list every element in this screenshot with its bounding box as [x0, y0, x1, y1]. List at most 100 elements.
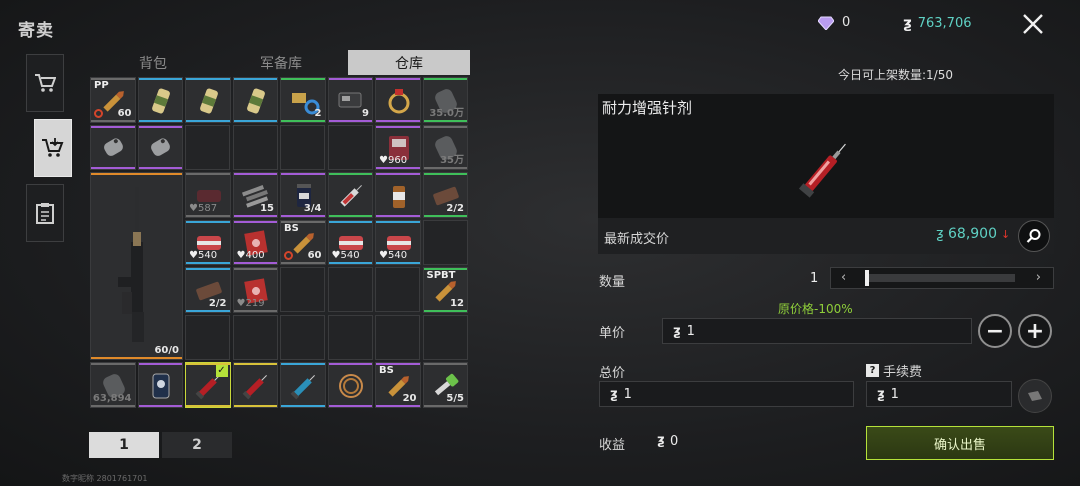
- empty-slot[interactable]: [375, 267, 420, 312]
- inventory-item[interactable]: 2/2: [422, 172, 468, 218]
- inventory-item[interactable]: [185, 77, 231, 123]
- empty-slot[interactable]: [280, 124, 325, 170]
- decrease-button[interactable]: −: [978, 314, 1012, 348]
- inventory-item[interactable]: [327, 172, 373, 218]
- item-count: 35.0万: [429, 107, 464, 119]
- rarity-bar: [328, 220, 372, 223]
- item-count: 2: [314, 107, 322, 119]
- sidebar-records-button[interactable]: [26, 184, 64, 242]
- page-button-1[interactable]: 1: [89, 432, 159, 458]
- dog-tag-icon: [143, 130, 179, 169]
- inventory-item[interactable]: [90, 124, 136, 170]
- inventory-item[interactable]: 63,894: [90, 362, 136, 408]
- inventory-item[interactable]: 60/0: [90, 172, 183, 360]
- inventory-item[interactable]: SPBT 12: [422, 267, 468, 313]
- search-price-button[interactable]: [1018, 220, 1050, 252]
- chevron-right-icon[interactable]: ›: [1036, 270, 1041, 285]
- chevron-left-icon[interactable]: ‹: [841, 270, 846, 285]
- rarity-bar: [328, 173, 372, 175]
- item-count: 60: [307, 250, 322, 261]
- latest-price-label: 最新成交价: [604, 232, 670, 247]
- close-icon: [1023, 14, 1043, 34]
- dog-tag-icon: [96, 130, 132, 169]
- rarity-bar: [423, 78, 467, 80]
- inventory-item[interactable]: [137, 124, 183, 170]
- item-count: 3/4: [303, 202, 322, 214]
- item-count: 63,894: [92, 392, 132, 404]
- inventory-item[interactable]: [327, 362, 373, 408]
- inventory-item[interactable]: PP 60: [90, 77, 136, 123]
- rarity-bar: [423, 125, 467, 128]
- empty-slot[interactable]: [422, 314, 468, 360]
- inventory-item[interactable]: [375, 77, 421, 123]
- inventory-item[interactable]: ♥587: [185, 172, 231, 218]
- rarity-bar: [328, 363, 372, 365]
- inventory-item[interactable]: 35.0万: [422, 77, 468, 123]
- inventory-item[interactable]: 15: [232, 172, 278, 218]
- rarity-bar: [233, 220, 277, 223]
- inventory-item[interactable]: 2: [280, 77, 326, 123]
- inventory-item[interactable]: 5/5: [422, 362, 468, 408]
- check-icon: ✓: [215, 365, 228, 377]
- inventory-item[interactable]: ♥540: [375, 219, 421, 265]
- sidebar-sell-button[interactable]: [34, 119, 72, 177]
- blue-syringe-icon: [286, 368, 322, 407]
- empty-slot[interactable]: [375, 314, 420, 360]
- inventory-item[interactable]: ♥960: [375, 124, 421, 170]
- confirm-sell-button[interactable]: 确认出售: [866, 426, 1054, 460]
- empty-slot[interactable]: [185, 124, 230, 170]
- inventory-item[interactable]: [232, 362, 278, 408]
- increase-button[interactable]: +: [1018, 314, 1052, 348]
- inventory-item[interactable]: BS 60: [280, 219, 326, 265]
- daily-listing-limit: 今日可上架数量:1/50: [838, 68, 953, 82]
- empty-slot[interactable]: [280, 267, 325, 312]
- diamond-balance: 0: [818, 15, 850, 30]
- inventory-item[interactable]: [232, 77, 278, 123]
- rarity-bar: [138, 78, 182, 80]
- empty-slot[interactable]: [327, 124, 373, 170]
- latest-price-value: 68,900: [948, 226, 997, 242]
- inventory-item[interactable]: ✓: [185, 362, 231, 408]
- empty-slot[interactable]: [422, 219, 468, 265]
- empty-slot[interactable]: [185, 314, 230, 360]
- rarity-bar: [91, 125, 135, 128]
- empty-slot[interactable]: [327, 267, 373, 312]
- inventory-item[interactable]: [375, 172, 421, 218]
- tab-armory[interactable]: 军备库: [220, 50, 342, 75]
- rarity-bar: [376, 173, 420, 175]
- empty-slot[interactable]: [280, 314, 325, 360]
- tab-backpack[interactable]: 背包: [92, 50, 214, 75]
- item-count: 12: [450, 297, 464, 309]
- inventory-item[interactable]: 2/2: [185, 267, 231, 313]
- empty-slot[interactable]: [232, 314, 278, 360]
- page-button-2[interactable]: 2: [162, 432, 232, 458]
- empty-slot[interactable]: [232, 124, 278, 170]
- tab-warehouse[interactable]: 仓库: [348, 50, 470, 75]
- inventory-item[interactable]: ♥540: [327, 219, 373, 265]
- quantity-slider[interactable]: ‹ ›: [830, 267, 1054, 289]
- inventory-item[interactable]: [137, 77, 183, 123]
- help-icon[interactable]: ?: [866, 364, 879, 377]
- inventory-item[interactable]: 9: [327, 77, 373, 123]
- inventory-item[interactable]: BS 20: [375, 362, 421, 408]
- rarity-bar: [186, 78, 230, 80]
- inventory-item[interactable]: ♥540: [185, 219, 231, 265]
- inventory-item[interactable]: 35万: [422, 124, 468, 170]
- durability-count: ♥587: [189, 202, 218, 214]
- tablet-icon: [143, 368, 179, 407]
- inventory-item[interactable]: 3/4: [280, 172, 326, 218]
- durability-count: ♥540: [379, 250, 408, 261]
- close-button[interactable]: [1014, 6, 1052, 42]
- minus-icon: −: [985, 318, 1005, 344]
- inventory-item[interactable]: ♥400: [232, 219, 278, 265]
- sidebar-cart-button[interactable]: [26, 54, 64, 112]
- ticket-button[interactable]: [1018, 379, 1052, 413]
- slider-thumb[interactable]: [865, 270, 869, 286]
- total-field: ƺ 1: [599, 381, 854, 407]
- fee-field: ƺ 1: [866, 381, 1012, 407]
- inventory-item[interactable]: [137, 362, 183, 408]
- unit-price-input[interactable]: ƺ 1: [662, 318, 972, 344]
- inventory-item[interactable]: ♥219: [232, 267, 278, 313]
- inventory-item[interactable]: [280, 362, 326, 408]
- empty-slot[interactable]: [327, 314, 373, 360]
